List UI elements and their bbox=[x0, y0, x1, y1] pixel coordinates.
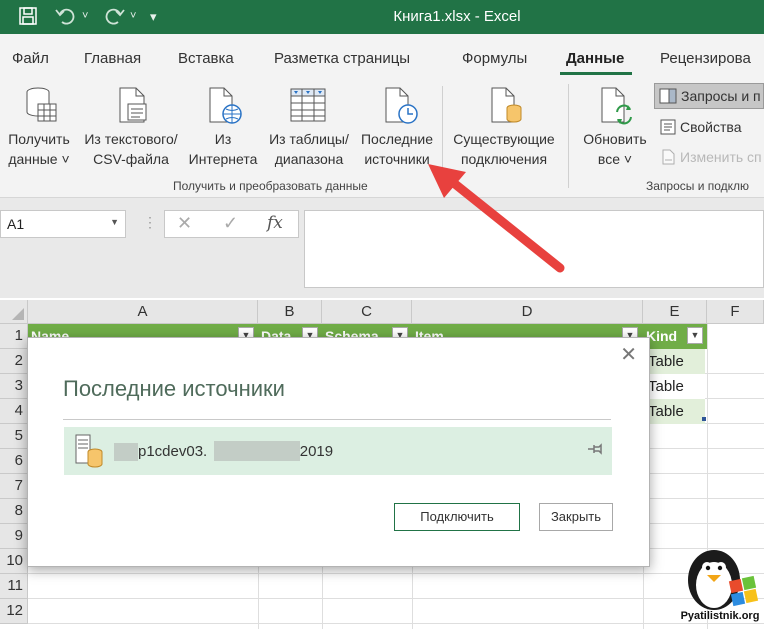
name-box[interactable]: A1 ▼ bbox=[0, 210, 126, 238]
group-label-queries: Запросы и подклю bbox=[646, 179, 750, 193]
web-file-icon bbox=[206, 86, 244, 131]
edit-links-icon bbox=[660, 149, 676, 170]
dialog-divider bbox=[63, 419, 611, 420]
tab-file[interactable]: Файл bbox=[12, 50, 49, 67]
text-file-icon bbox=[116, 86, 150, 129]
formula-bar-grip-icon: ⋮ bbox=[143, 214, 157, 230]
from-text-csv-button[interactable]: Из текстового/ CSV-файла bbox=[76, 82, 186, 174]
table-header-kind-label: Kind bbox=[646, 328, 678, 344]
row-header-10[interactable]: 10 bbox=[0, 549, 28, 574]
row-header-2[interactable]: 2 bbox=[0, 349, 28, 374]
column-header-b[interactable]: B bbox=[258, 300, 322, 324]
pyatilistnik-logo: Pyatilistnik.org bbox=[680, 540, 760, 629]
from-table-label-2: диапазона bbox=[274, 151, 344, 167]
gridline bbox=[28, 623, 764, 624]
sql-server-icon bbox=[74, 433, 106, 474]
document-title: Книга1.xlsx - Excel bbox=[393, 8, 521, 25]
row-header-11[interactable]: 11 bbox=[0, 574, 28, 599]
enter-check-icon[interactable]: ✓ bbox=[223, 213, 238, 234]
connection-db-icon bbox=[488, 86, 524, 131]
refresh-all-button[interactable]: Обновить все ˅ bbox=[576, 82, 654, 174]
column-header-e[interactable]: E bbox=[643, 300, 707, 324]
connect-button[interactable]: Подключить bbox=[394, 503, 520, 531]
tab-insert[interactable]: Вставка bbox=[178, 50, 234, 67]
kind-cell[interactable]: Table bbox=[645, 374, 705, 399]
table-resize-handle[interactable] bbox=[702, 417, 706, 421]
existing-connections-label-1: Существующие bbox=[453, 131, 555, 147]
column-header-a[interactable]: A bbox=[28, 300, 258, 324]
column-header-d[interactable]: D bbox=[412, 300, 643, 324]
filter-dropdown-icon[interactable]: ▼ bbox=[687, 327, 703, 344]
row-header-3[interactable]: 3 bbox=[0, 374, 28, 399]
close-button[interactable]: Закрыть bbox=[539, 503, 613, 531]
dialog-title: Последние источники bbox=[63, 376, 285, 401]
name-box-value: A1 bbox=[7, 216, 25, 232]
row-header-9[interactable]: 9 bbox=[0, 524, 28, 549]
row-header-6[interactable]: 6 bbox=[0, 449, 28, 474]
cancel-icon[interactable]: ✕ bbox=[177, 213, 192, 234]
recent-sources-clock-icon bbox=[382, 86, 420, 131]
from-text-label-1: Из текстового/ bbox=[84, 131, 178, 147]
group-label-get-transform: Получить и преобразовать данные bbox=[173, 179, 368, 193]
queries-connections-button[interactable]: Запросы и п bbox=[654, 83, 764, 109]
from-table-label-1: Из таблицы/ bbox=[269, 131, 349, 147]
table-header-kind: Kind ▼ bbox=[643, 324, 707, 349]
refresh-all-label-2: все ˅ bbox=[597, 151, 633, 167]
from-web-label-2: Интернета bbox=[188, 151, 258, 167]
get-data-label-2: данные ˅ bbox=[8, 151, 70, 167]
pin-icon[interactable] bbox=[586, 441, 602, 460]
active-tab-indicator bbox=[560, 72, 632, 75]
refresh-icon bbox=[598, 86, 636, 131]
gridline bbox=[28, 598, 764, 599]
tab-page-layout[interactable]: Разметка страницы bbox=[274, 50, 410, 67]
edit-links-button[interactable]: Изменить сп bbox=[658, 146, 764, 170]
queries-label: Запросы и п bbox=[681, 88, 761, 104]
table-icon bbox=[290, 88, 326, 127]
get-data-button[interactable]: Получить данные ˅ bbox=[2, 82, 76, 174]
ribbon: Получить данные ˅ Из текстового/ CSV-фай… bbox=[0, 78, 764, 198]
kind-cell[interactable]: Table bbox=[645, 349, 705, 374]
close-icon[interactable]: ✕ bbox=[620, 342, 637, 367]
tab-data[interactable]: Данные bbox=[566, 50, 624, 67]
properties-label: Свойства bbox=[680, 119, 742, 135]
recent-source-item[interactable]: p1cdev03. \SQL2019 bbox=[64, 427, 612, 475]
redacted-block bbox=[114, 443, 138, 461]
from-web-label-1: Из bbox=[214, 131, 232, 147]
edit-links-label: Изменить сп bbox=[680, 149, 762, 165]
ribbon-tabs: Файл Главная Вставка Разметка страницы Ф… bbox=[0, 34, 764, 78]
recent-sources-dialog: ✕ Последние источники p1cdev03. \SQL2019… bbox=[27, 337, 650, 567]
get-data-label-1: Получить bbox=[8, 131, 70, 147]
row-header-4[interactable]: 4 bbox=[0, 399, 28, 424]
formula-buttons: ✕ ✓ fx bbox=[164, 210, 299, 238]
tab-formulas[interactable]: Формулы bbox=[462, 50, 527, 67]
column-header-f[interactable]: F bbox=[707, 300, 764, 324]
tab-review[interactable]: Рецензирова bbox=[660, 50, 751, 67]
properties-button[interactable]: Свойства bbox=[658, 116, 764, 140]
gridline bbox=[28, 573, 764, 574]
kind-cell[interactable]: Table bbox=[645, 399, 705, 424]
row-header-7[interactable]: 7 bbox=[0, 474, 28, 499]
properties-icon bbox=[660, 119, 676, 140]
redacted-block bbox=[214, 441, 300, 461]
title-bar: ˅ ˅ ▾ Книга1.xlsx - Excel bbox=[0, 0, 764, 34]
watermark-text: Pyatilistnik.org bbox=[680, 610, 760, 622]
select-all-corner[interactable] bbox=[0, 300, 28, 324]
recent-sources-label-1: Последние bbox=[360, 131, 433, 147]
row-header-1[interactable]: 1 bbox=[0, 324, 28, 349]
row-header-5[interactable]: 5 bbox=[0, 424, 28, 449]
refresh-all-label-1: Обновить bbox=[583, 131, 647, 147]
tab-home[interactable]: Главная bbox=[84, 50, 141, 67]
name-box-dropdown-icon[interactable]: ▼ bbox=[110, 217, 119, 227]
row-header-12[interactable]: 12 bbox=[0, 599, 28, 624]
from-web-button[interactable]: Из Интернета bbox=[186, 82, 260, 174]
queries-pane-icon bbox=[659, 88, 677, 109]
column-header-c[interactable]: C bbox=[322, 300, 412, 324]
insert-function-icon[interactable]: fx bbox=[267, 213, 283, 233]
from-table-range-button[interactable]: Из таблицы/ диапазона bbox=[262, 82, 356, 174]
red-arrow-annotation bbox=[428, 164, 565, 273]
database-table-icon bbox=[24, 86, 58, 129]
from-text-label-2: CSV-файла bbox=[93, 151, 169, 167]
row-header-8[interactable]: 8 bbox=[0, 499, 28, 524]
